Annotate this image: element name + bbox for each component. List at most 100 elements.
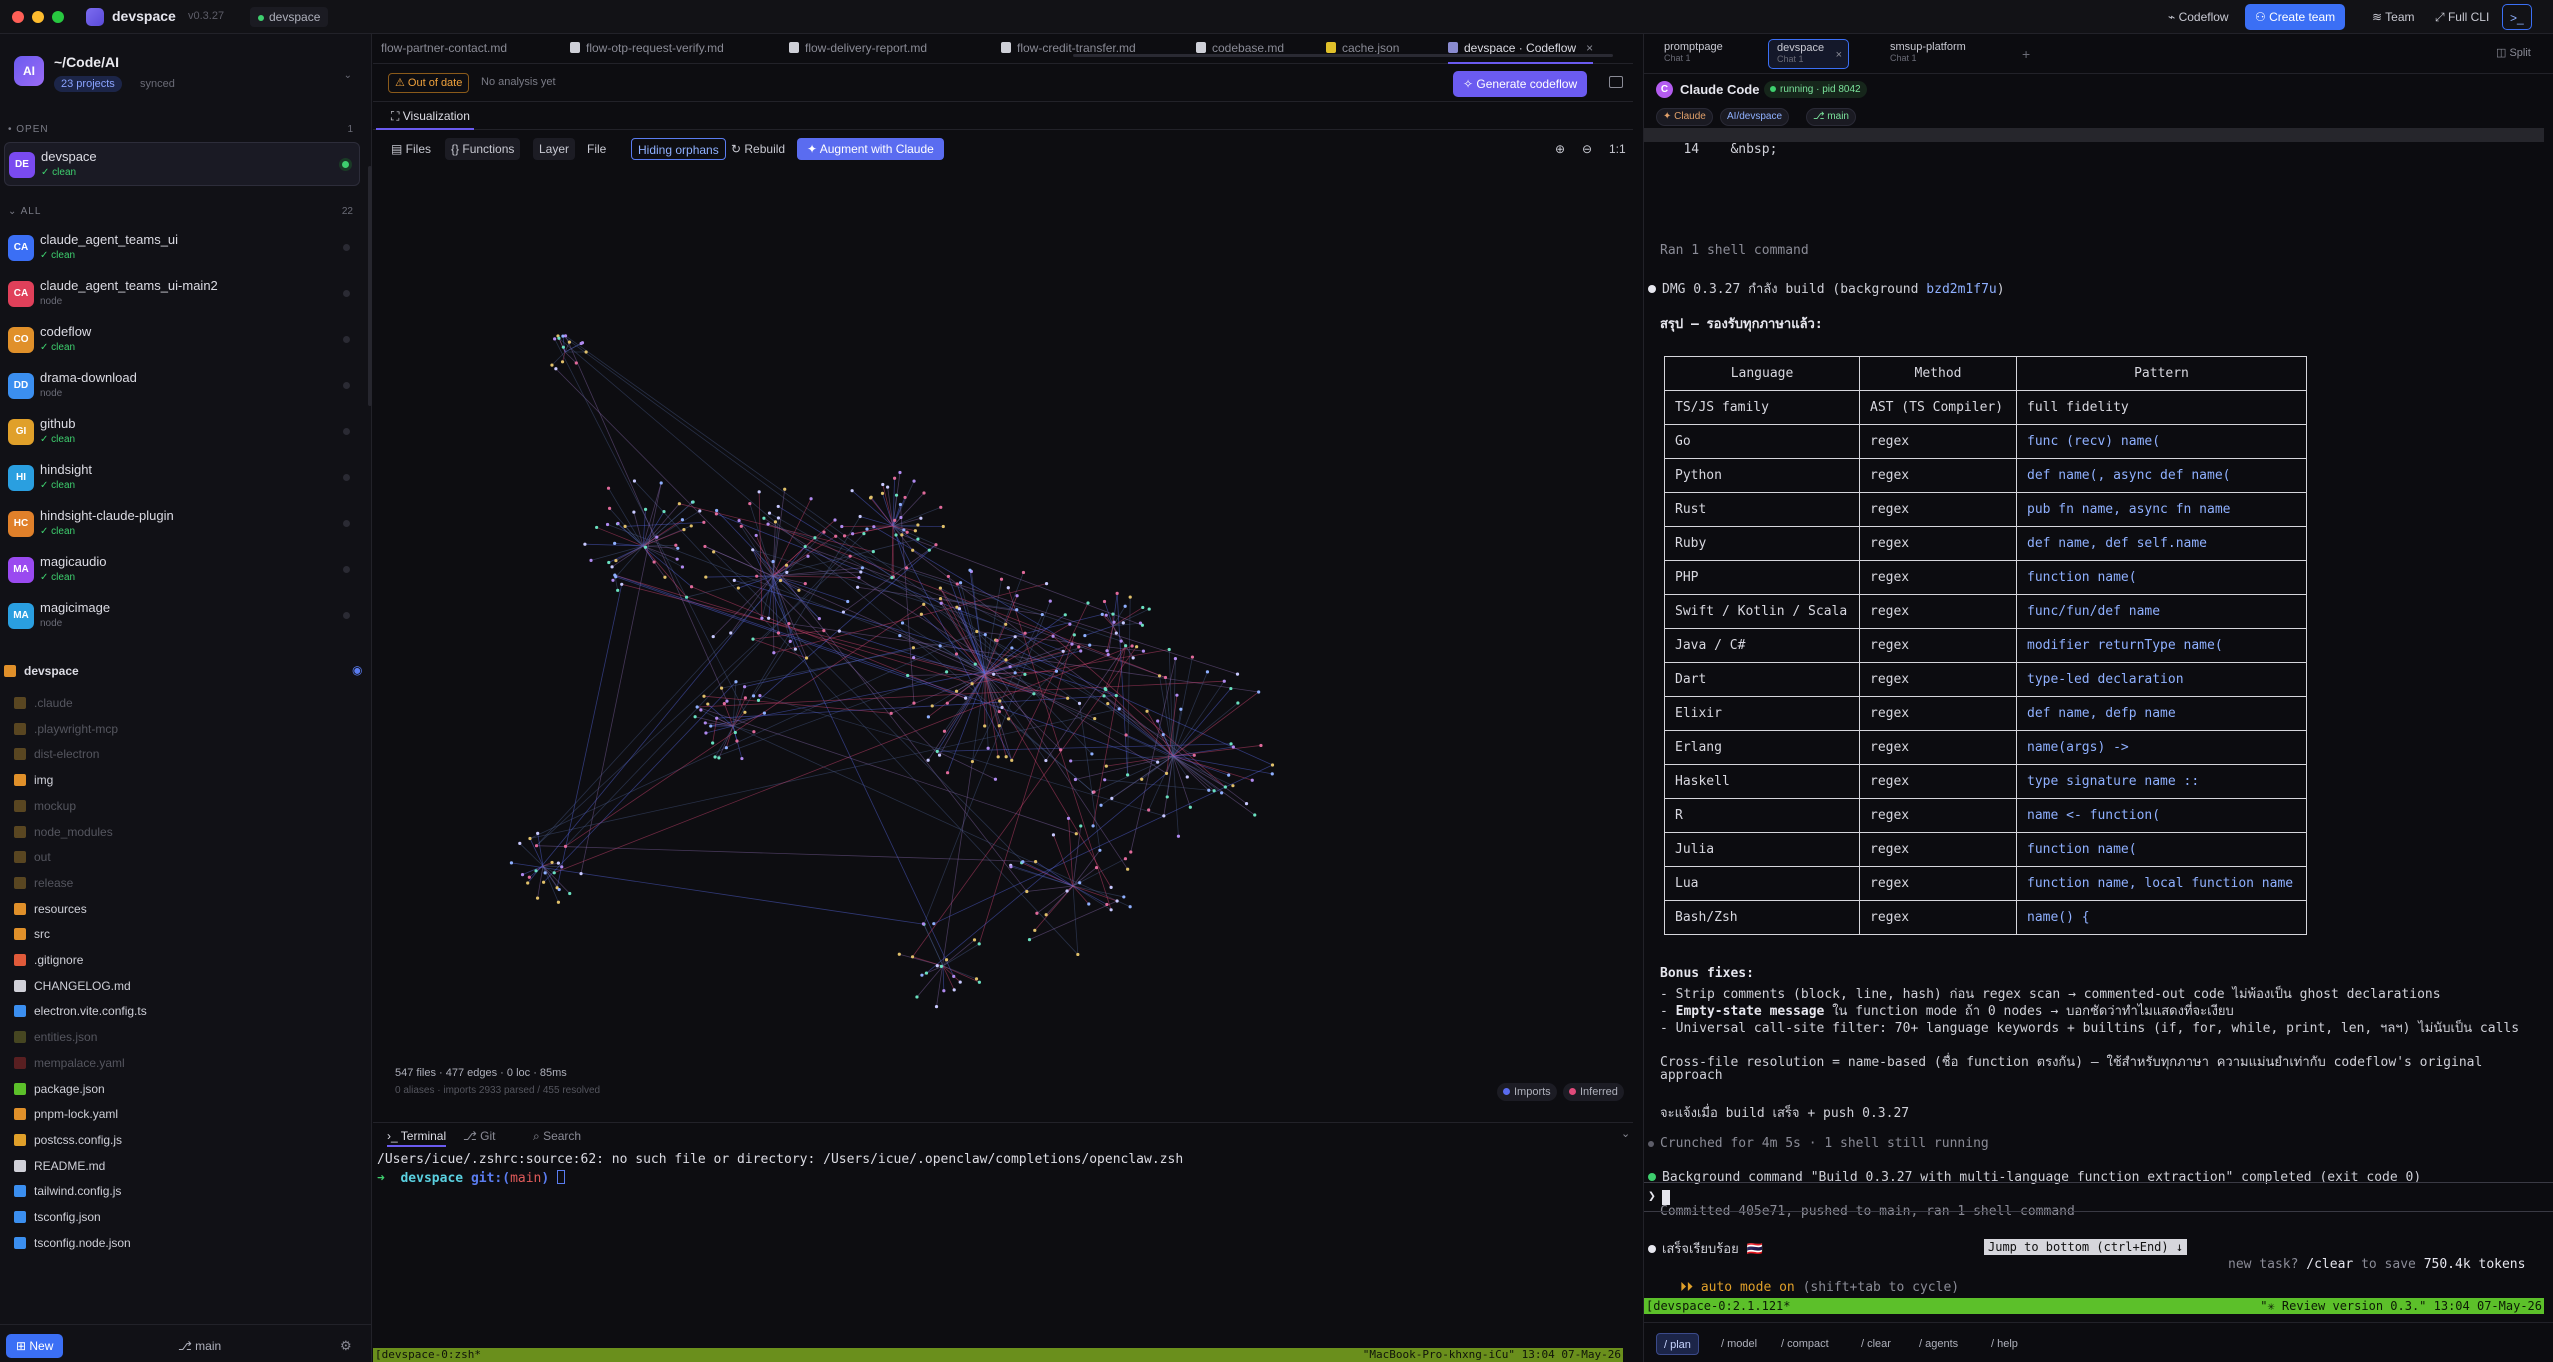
graph-node[interactable] xyxy=(1010,758,1014,762)
graph-node[interactable] xyxy=(902,528,906,532)
graph-node[interactable] xyxy=(1259,743,1263,748)
graph-node[interactable] xyxy=(735,739,739,743)
graph-node[interactable] xyxy=(910,955,915,959)
graph-node[interactable] xyxy=(871,550,875,554)
graph-node[interactable] xyxy=(743,696,747,700)
generate-codeflow-button[interactable]: ✧ Generate codeflow xyxy=(1453,71,1588,97)
graph-node[interactable] xyxy=(898,470,902,475)
graph-node[interactable] xyxy=(736,586,740,590)
graph-node[interactable] xyxy=(813,536,817,540)
graph-node[interactable] xyxy=(733,730,737,735)
graph-node[interactable] xyxy=(778,578,783,583)
graph-node[interactable] xyxy=(614,575,618,579)
graph-node[interactable] xyxy=(995,638,999,643)
graph-node[interactable] xyxy=(924,971,929,975)
slash-command-button[interactable]: / clear xyxy=(1854,1333,1898,1355)
graph-node[interactable] xyxy=(732,578,736,582)
graph-node[interactable] xyxy=(563,844,568,848)
graph-node[interactable] xyxy=(944,958,949,962)
graph-node[interactable] xyxy=(643,545,648,549)
graph-node[interactable] xyxy=(766,522,770,526)
graph-node[interactable] xyxy=(1236,701,1240,705)
graph-node[interactable] xyxy=(1079,649,1083,653)
file-tree-item[interactable]: postcss.config.js xyxy=(14,1133,122,1155)
graph-node[interactable] xyxy=(1021,860,1025,864)
graph-node[interactable] xyxy=(1185,775,1189,779)
editor-tab[interactable]: flow-otp-request-verify.md xyxy=(570,34,724,64)
graph-node[interactable] xyxy=(996,755,1000,759)
graph-node[interactable] xyxy=(1163,675,1168,680)
graph-node[interactable] xyxy=(857,576,861,580)
graph-node[interactable] xyxy=(693,715,697,719)
graph-node[interactable] xyxy=(762,516,766,520)
graph-node[interactable] xyxy=(1083,633,1087,638)
file-tree-item[interactable]: mockup xyxy=(14,799,76,821)
graph-node[interactable] xyxy=(993,777,998,781)
graph-node[interactable] xyxy=(1000,705,1004,710)
files-mode-button[interactable]: ▤ Files xyxy=(385,138,437,160)
team-button[interactable]: ≋ Team xyxy=(2362,4,2425,30)
graph-node[interactable] xyxy=(920,973,924,977)
graph-node[interactable] xyxy=(937,753,942,757)
dependency-graph-canvas[interactable] xyxy=(373,166,1633,1146)
graph-node[interactable] xyxy=(757,490,761,494)
graph-node[interactable] xyxy=(952,988,956,992)
tab-search[interactable]: ⌕ Search xyxy=(533,1129,581,1144)
graph-node[interactable] xyxy=(662,509,666,514)
graph-node[interactable] xyxy=(1070,642,1074,646)
project-item[interactable]: CA claude_agent_teams_ui ✓ clean xyxy=(4,226,360,270)
graph-node[interactable] xyxy=(833,518,837,522)
graph-node[interactable] xyxy=(752,730,756,734)
graph-node[interactable] xyxy=(906,673,910,678)
file-tree-item[interactable]: tailwind.config.js xyxy=(14,1184,121,1206)
graph-node[interactable] xyxy=(945,771,950,775)
graph-node[interactable] xyxy=(713,755,717,759)
graph-node[interactable] xyxy=(983,724,987,728)
graph-node[interactable] xyxy=(935,964,939,968)
graph-node[interactable] xyxy=(776,504,780,509)
graph-node[interactable] xyxy=(1114,693,1118,698)
graph-node[interactable] xyxy=(1128,595,1132,599)
graph-node[interactable] xyxy=(1192,753,1196,757)
file-tree-item[interactable]: out xyxy=(14,850,51,872)
graph-node[interactable] xyxy=(1048,599,1052,603)
graph-node[interactable] xyxy=(973,662,977,666)
graph-node[interactable] xyxy=(1004,755,1008,759)
graph-node[interactable] xyxy=(1123,857,1128,861)
graph-node[interactable] xyxy=(922,602,926,606)
graph-node[interactable] xyxy=(722,701,726,706)
terminal-output[interactable]: /Users/icue/.zshrc:source:62: no such fi… xyxy=(373,1148,1633,1348)
graph-node[interactable] xyxy=(1106,652,1110,657)
graph-node[interactable] xyxy=(568,891,572,896)
graph-node[interactable] xyxy=(699,708,703,712)
graph-node[interactable] xyxy=(663,575,667,579)
graph-node[interactable] xyxy=(1156,760,1160,764)
graph-node[interactable] xyxy=(999,577,1004,581)
graph-node[interactable] xyxy=(1066,696,1070,700)
graph-node[interactable] xyxy=(680,565,685,569)
graph-node[interactable] xyxy=(536,831,540,835)
graph-node[interactable] xyxy=(1023,672,1027,676)
graph-node[interactable] xyxy=(1044,913,1048,917)
graph-node[interactable] xyxy=(862,532,866,536)
graph-node[interactable] xyxy=(954,689,959,693)
graph-node[interactable] xyxy=(954,652,959,656)
graph-node[interactable] xyxy=(1100,612,1104,616)
folder-icon[interactable] xyxy=(1609,76,1623,88)
graph-node[interactable] xyxy=(900,533,904,537)
graph-node[interactable] xyxy=(939,964,943,968)
graph-node[interactable] xyxy=(702,694,706,698)
project-item[interactable]: GI github ✓ clean xyxy=(4,410,360,454)
graph-node[interactable] xyxy=(926,758,930,762)
graph-node[interactable] xyxy=(1128,905,1132,909)
graph-node[interactable] xyxy=(1025,889,1029,894)
graph-node[interactable] xyxy=(1077,701,1082,705)
graph-node[interactable] xyxy=(1212,789,1216,793)
graph-node[interactable] xyxy=(584,350,588,354)
file-tree-item[interactable]: mempalace.yaml xyxy=(14,1056,125,1078)
graph-node[interactable] xyxy=(1035,911,1039,915)
graph-node[interactable] xyxy=(997,709,1001,714)
tab-terminal[interactable]: ›_ Terminal xyxy=(387,1129,447,1147)
graph-node[interactable] xyxy=(611,578,615,582)
graph-node[interactable] xyxy=(659,481,663,485)
